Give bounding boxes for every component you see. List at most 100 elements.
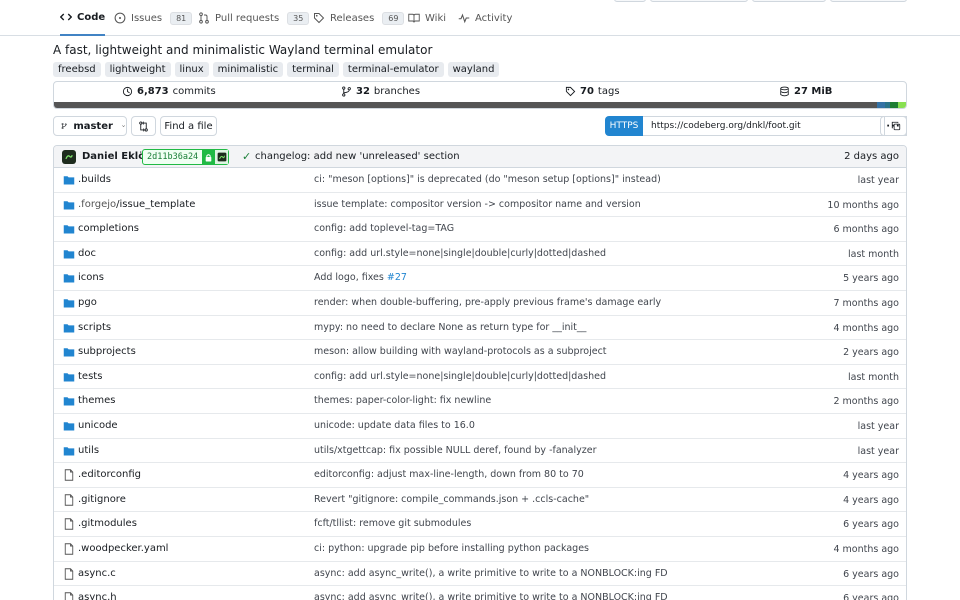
table-row[interactable]: .woodpecker.yaml ci: python: upgrade pip …: [54, 537, 906, 562]
database-icon: [780, 86, 789, 97]
file-name-link[interactable]: tests: [78, 371, 102, 382]
tab-code[interactable]: Code: [60, 0, 106, 36]
file-name-link[interactable]: .builds: [78, 174, 111, 185]
table-row[interactable]: unicode unicode: update data files to 16.…: [54, 414, 906, 439]
file-name-link[interactable]: themes: [78, 395, 116, 406]
commit-message-link[interactable]: meson: allow building with wayland-proto…: [314, 346, 607, 357]
file-name-link[interactable]: .editorconfig: [78, 469, 141, 480]
compare-button[interactable]: [131, 116, 156, 136]
commit-message-link[interactable]: config: add toplevel-tag=TAG: [314, 223, 454, 234]
table-row[interactable]: completions config: add toplevel-tag=TAG 6…: [54, 217, 906, 242]
commit-message-link[interactable]: issue template: compositor version -> co…: [314, 199, 641, 210]
file-name-link[interactable]: async.h: [78, 592, 117, 600]
table-row[interactable]: tests config: add url.style=none|single|d…: [54, 365, 906, 390]
table-row[interactable]: scripts mypy: no need to declare None as …: [54, 316, 906, 341]
table-row[interactable]: utils utils/xtgettcap: fix possible NULL …: [54, 439, 906, 464]
branch-selector[interactable]: master: [53, 116, 127, 136]
commit-message: fcft/tllist: remove git submodules: [314, 518, 472, 530]
commit-message-link[interactable]: config: add url.style=none|single|double…: [314, 371, 606, 382]
topic-tag[interactable]: terminal: [287, 62, 339, 77]
tab-activity[interactable]: Activity: [458, 0, 512, 36]
language-segment-meson: [890, 102, 898, 108]
chevron-down-icon: [122, 125, 125, 127]
folder-icon: [63, 371, 75, 383]
topic-tag[interactable]: freebsd: [53, 62, 101, 77]
topic-tag[interactable]: linux: [174, 62, 209, 77]
table-row[interactable]: .builds ci: "meson [options]" is deprecat…: [54, 168, 906, 193]
table-row[interactable]: icons Add logo, fixes #27 5 years ago: [54, 266, 906, 291]
commit-message-link[interactable]: render: when double-buffering, pre-apply…: [314, 297, 661, 308]
table-row[interactable]: .gitmodules fcft/tllist: remove git submo…: [54, 512, 906, 537]
commit-time: 10 months ago: [827, 199, 899, 211]
find-file-button[interactable]: Find a file: [160, 116, 217, 136]
avatar[interactable]: [62, 150, 76, 164]
more-options-button[interactable]: ···: [880, 116, 907, 136]
topic-tag[interactable]: lightweight: [104, 62, 171, 77]
branches-label: branches: [373, 86, 421, 97]
commit-time: 7 months ago: [833, 298, 899, 309]
file-name-link[interactable]: .forgejo/issue_template: [78, 199, 195, 210]
file-name-link[interactable]: subprojects: [78, 346, 136, 357]
commit-message: ci: "meson [options]" is deprecated (do …: [314, 174, 661, 185]
commit-message-link[interactable]: Add logo, fixes #27: [314, 272, 407, 283]
file-name-link[interactable]: async.c: [78, 568, 116, 579]
table-row[interactable]: pgo render: when double-buffering, pre-ap…: [54, 291, 906, 316]
file-name-link[interactable]: icons: [78, 272, 104, 283]
file-name-link[interactable]: .woodpecker.yaml: [78, 543, 168, 554]
commit-sha-badge[interactable]: 2d11b36a24: [142, 149, 230, 165]
topic-tag[interactable]: terminal-emulator: [342, 62, 444, 77]
table-row[interactable]: async.h async: add async_write(), a write…: [54, 586, 906, 600]
table-row[interactable]: .gitignore Revert "gitignore: compile_com…: [54, 488, 906, 513]
commit-message-link[interactable]: ci: python: upgrade pip before installin…: [314, 543, 589, 554]
file-name-link[interactable]: .gitignore: [78, 494, 126, 505]
tab-pull-requests[interactable]: Pull requests 35: [198, 0, 310, 36]
commit-message-link[interactable]: utils/xtgettcap: fix possible NULL deref…: [314, 445, 597, 456]
topic-tag[interactable]: wayland: [447, 62, 500, 77]
commit-message-link[interactable]: themes: paper-color-light: fix newline: [314, 395, 491, 406]
commits-stat[interactable]: 6,873 commits: [122, 86, 216, 97]
branches-stat[interactable]: 32 branches: [341, 86, 420, 97]
commit-message[interactable]: changelog: add new 'unreleased' section: [255, 151, 460, 162]
file-name-link[interactable]: scripts: [78, 322, 111, 333]
file-name-link[interactable]: utils: [78, 445, 99, 456]
table-row[interactable]: .editorconfig editorconfig: adjust max-li…: [54, 463, 906, 488]
file-name-link[interactable]: doc: [78, 248, 96, 259]
table-row[interactable]: themes themes: paper-color-light: fix new…: [54, 389, 906, 414]
clone-url-field[interactable]: https://codeberg.org/dnkl/foot.git: [643, 116, 885, 136]
file-name-link[interactable]: .gitmodules: [78, 518, 137, 529]
topic-tag[interactable]: minimalistic: [212, 62, 284, 77]
tags-stat[interactable]: 70 tags: [565, 86, 620, 97]
tab-releases[interactable]: Releases 69: [313, 0, 405, 36]
code-icon: [60, 13, 72, 21]
commit-message-link[interactable]: editorconfig: adjust max-line-length, do…: [314, 469, 584, 480]
language-bar[interactable]: [54, 102, 906, 108]
commit-message-link[interactable]: mypy: no need to declare None as return …: [314, 322, 586, 333]
signer-avatar-icon: [215, 150, 229, 164]
commit-message-link[interactable]: Revert "gitignore: compile_commands.json…: [314, 494, 589, 505]
https-toggle[interactable]: HTTPS: [605, 116, 643, 136]
table-row[interactable]: .forgejo/issue_template issue template: c…: [54, 193, 906, 218]
file-name-link[interactable]: pgo: [78, 297, 97, 308]
folder-icon: [63, 445, 75, 457]
commit-message-link[interactable]: unicode: update data files to 16.0: [314, 420, 475, 431]
commit-author[interactable]: Daniel Eklöf: [82, 151, 149, 162]
tab-wiki[interactable]: Wiki: [408, 0, 446, 36]
table-row[interactable]: async.c async: add async_write(), a write…: [54, 562, 906, 587]
commit-message-link[interactable]: config: add url.style=none|single|double…: [314, 248, 606, 259]
file-name-link[interactable]: completions: [78, 223, 139, 234]
file-name: unicode: [78, 420, 118, 431]
file-icon: [63, 592, 75, 600]
table-row[interactable]: subprojects meson: allow building with wa…: [54, 340, 906, 365]
tab-label: Code: [77, 11, 106, 23]
issue-reference-link[interactable]: #27: [387, 272, 407, 283]
commit-message-link[interactable]: async: add async_write(), a write primit…: [314, 568, 668, 579]
file-name-link[interactable]: unicode: [78, 420, 118, 431]
commit-message-link[interactable]: fcft/tllist: remove git submodules: [314, 518, 471, 529]
commit-message-link[interactable]: async: add async_write(), a write primit…: [314, 592, 668, 600]
commit-message: Revert "gitignore: compile_commands.json…: [314, 493, 590, 505]
commit-message: unicode: update data files to 16.0: [314, 420, 475, 431]
commit-message-link[interactable]: ci: "meson [options]" is deprecated (do …: [314, 174, 661, 185]
commit-time: 4 months ago: [833, 544, 899, 555]
tab-issues[interactable]: Issues 81: [114, 0, 193, 36]
table-row[interactable]: doc config: add url.style=none|single|dou…: [54, 242, 906, 267]
